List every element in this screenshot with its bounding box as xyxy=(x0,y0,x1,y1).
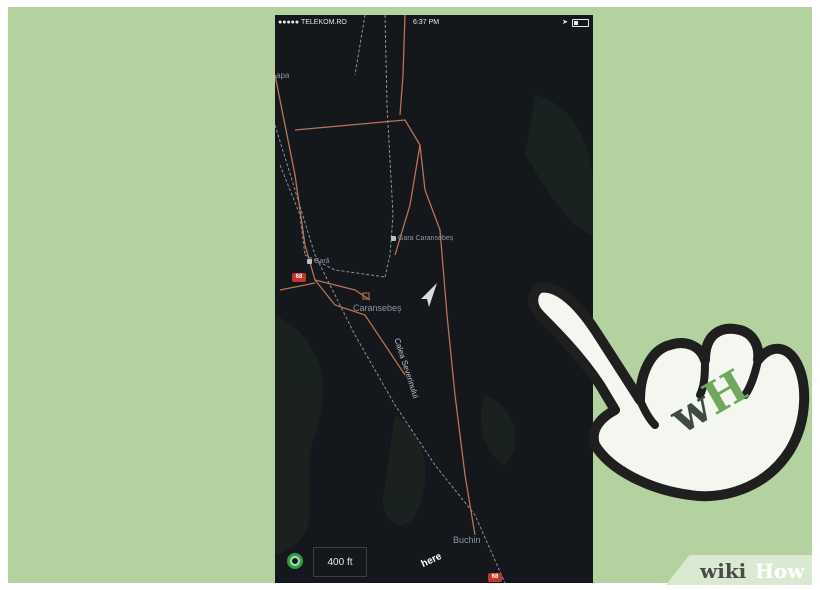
status-bar: ●●●●● TELEKOM.RO 6:37 PM ➤ xyxy=(275,15,593,31)
route-badge: 68 xyxy=(488,573,502,582)
map-scale: 400 ft xyxy=(313,547,367,577)
locate-me-icon xyxy=(290,556,300,566)
poi-label: Gară xyxy=(314,258,330,265)
watermark-wiki: wiki xyxy=(700,559,747,583)
poi-station-1[interactable]: Gara Caransebeș xyxy=(391,235,453,242)
locate-me-button[interactable] xyxy=(287,553,303,569)
status-time: 6:37 PM xyxy=(413,19,440,26)
carrier-label: ●●●●● TELEKOM.RO xyxy=(278,19,347,26)
poi-label: Gara Caransebeș xyxy=(398,235,454,242)
map-label-town: Caransebeș xyxy=(353,303,402,313)
train-station-icon xyxy=(307,259,312,264)
scale-value: 400 ft xyxy=(327,556,353,568)
train-station-icon xyxy=(391,236,396,241)
route-badge: 68 xyxy=(292,273,306,282)
location-arrow-icon: ➤ xyxy=(562,19,568,26)
map-label-apa: apa xyxy=(276,71,290,80)
navigation-arrow-icon xyxy=(421,283,437,307)
phone-screen: ●●●●● TELEKOM.RO 6:37 PM ➤ apa Caransebe… xyxy=(275,15,593,583)
watermark-how: How xyxy=(755,559,805,583)
battery-icon xyxy=(572,19,589,27)
map-label-village: Buchin xyxy=(453,535,481,545)
poi-station-2[interactable]: Gară xyxy=(307,258,330,265)
map-canvas[interactable] xyxy=(275,15,593,583)
